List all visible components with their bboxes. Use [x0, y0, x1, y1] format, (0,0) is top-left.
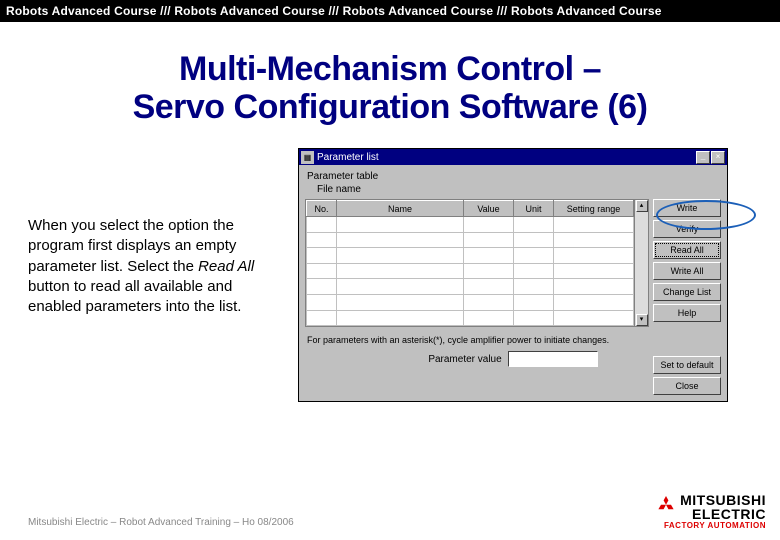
- parameter-value-label: Parameter value: [428, 354, 501, 365]
- parameter-table-label: Parameter table: [307, 171, 721, 182]
- col-name[interactable]: Name: [337, 201, 464, 217]
- explain-read-all-italic: Read All: [198, 258, 254, 275]
- slide-footer: Mitsubishi Electric – Robot Advanced Tra…: [28, 517, 294, 528]
- asterisk-note: For parameters with an asterisk(*), cycl…: [307, 335, 721, 345]
- table-row[interactable]: [307, 217, 634, 233]
- parameter-grid-wrap: No. Name Value Unit Setting range: [305, 199, 649, 327]
- close-button[interactable]: Close: [653, 377, 721, 395]
- dialog-container: ▦ Parameter list _ × Parameter table Fil…: [298, 148, 728, 402]
- table-row[interactable]: [307, 232, 634, 248]
- scroll-down-icon[interactable]: ▾: [636, 314, 648, 326]
- lower-button-column: Set to default Close: [653, 356, 721, 395]
- write-all-button[interactable]: Write All: [653, 262, 721, 280]
- close-window-button[interactable]: ×: [711, 151, 725, 164]
- set-to-default-button[interactable]: Set to default: [653, 356, 721, 374]
- dialog-titlebar[interactable]: ▦ Parameter list _ ×: [299, 149, 727, 165]
- mitsubishi-logo: MITSUBISHI ELECTRIC FACTORY AUTOMATION: [656, 493, 766, 530]
- parameter-list-dialog: ▦ Parameter list _ × Parameter table Fil…: [298, 148, 728, 402]
- table-row[interactable]: [307, 263, 634, 279]
- table-row[interactable]: [307, 248, 634, 264]
- slide-header-bar: Robots Advanced Course /// Robots Advanc…: [0, 0, 780, 22]
- col-no[interactable]: No.: [307, 201, 337, 217]
- mitsubishi-diamonds-icon: [656, 496, 676, 518]
- table-row[interactable]: [307, 279, 634, 295]
- app-icon: ▦: [301, 151, 314, 164]
- help-button[interactable]: Help: [653, 304, 721, 322]
- dialog-title: Parameter list: [317, 152, 696, 163]
- write-button[interactable]: Write: [653, 199, 721, 217]
- minimize-button[interactable]: _: [696, 151, 710, 164]
- col-setting-range[interactable]: Setting range: [554, 201, 634, 217]
- col-unit[interactable]: Unit: [514, 201, 554, 217]
- slide-title: Multi-Mechanism Control – Servo Configur…: [0, 50, 780, 126]
- scroll-up-icon[interactable]: ▴: [636, 200, 648, 212]
- title-line-1: Multi-Mechanism Control –: [0, 50, 780, 88]
- side-button-column: Write Verify Read All Write All Change L…: [653, 199, 721, 327]
- change-list-button[interactable]: Change List: [653, 283, 721, 301]
- parameter-grid[interactable]: No. Name Value Unit Setting range: [306, 200, 634, 326]
- table-row[interactable]: [307, 310, 634, 326]
- col-value[interactable]: Value: [464, 201, 514, 217]
- vertical-scrollbar[interactable]: ▴ ▾: [634, 200, 648, 326]
- grid-header-row: No. Name Value Unit Setting range: [307, 201, 634, 217]
- explain-part-2: button to read all available and enabled…: [28, 278, 241, 315]
- read-all-button[interactable]: Read All: [653, 241, 721, 259]
- parameter-value-input[interactable]: [508, 351, 598, 367]
- logo-tagline: FACTORY AUTOMATION: [656, 522, 766, 530]
- explanation-text: When you select the option the program f…: [28, 148, 288, 317]
- verify-button[interactable]: Verify: [653, 220, 721, 238]
- table-row[interactable]: [307, 294, 634, 310]
- logo-brand-bottom: ELECTRIC: [692, 506, 766, 522]
- title-line-2: Servo Configuration Software (6): [0, 88, 780, 126]
- grid-body[interactable]: [307, 217, 634, 326]
- filename-label: File name: [317, 184, 361, 195]
